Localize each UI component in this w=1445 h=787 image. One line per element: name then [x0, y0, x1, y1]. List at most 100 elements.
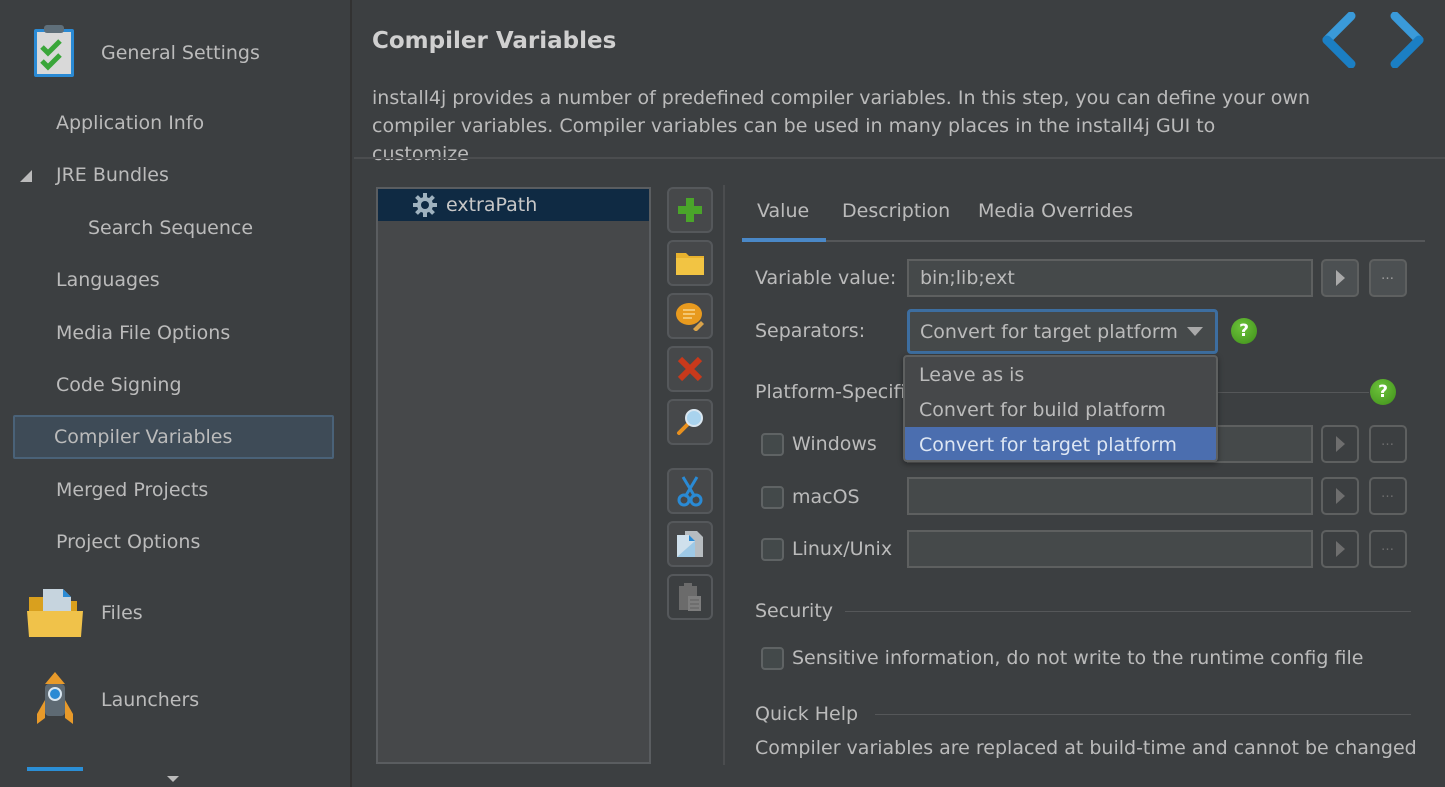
macos-label: macOS: [792, 486, 860, 508]
sidebar-item-label: Code Signing: [56, 374, 182, 396]
sidebar-item-project-options[interactable]: Project Options: [13, 520, 334, 564]
sidebar-group-launchers[interactable]: Launchers: [0, 670, 340, 730]
sensitive-label: Sensitive information, do not write to t…: [792, 647, 1364, 669]
windows-label: Windows: [792, 433, 877, 455]
tab-description[interactable]: Description: [842, 200, 950, 222]
macos-value-input[interactable]: [907, 477, 1313, 515]
chevron-right-icon[interactable]: [1387, 12, 1427, 68]
folder-icon: [27, 589, 83, 637]
add-group-button[interactable]: [667, 240, 713, 286]
page-title: Compiler Variables: [372, 28, 617, 54]
dropdown-option-leave-as-is[interactable]: Leave as is: [905, 357, 1216, 392]
sidebar: General Settings Application Info JRE Bu…: [0, 0, 352, 787]
edit-variable-button[interactable]: [667, 293, 713, 339]
linux-label: Linux/Unix: [792, 538, 893, 560]
variable-name: extraPath: [446, 194, 538, 216]
search-variable-button[interactable]: [667, 399, 713, 445]
chevron-down-icon: [1187, 327, 1203, 336]
dropdown-option-target-platform[interactable]: Convert for target platform: [905, 427, 1216, 460]
platform-help-icon[interactable]: ?: [1370, 379, 1396, 405]
separators-selected-value: Convert for target platform: [920, 320, 1178, 343]
macos-checkbox[interactable]: [761, 486, 784, 509]
sidebar-item-code-signing[interactable]: Code Signing: [13, 363, 334, 407]
sidebar-item-media-file-options[interactable]: Media File Options: [13, 311, 334, 355]
separators-dropdown[interactable]: Convert for target platform: [907, 309, 1218, 354]
ellipsis-icon: …: [1381, 485, 1395, 501]
play-icon: [1335, 270, 1345, 286]
section-divider: [845, 611, 1411, 612]
delete-x-icon: [677, 356, 703, 382]
magnifier-icon: [677, 409, 703, 435]
sidebar-item-label: Compiler Variables: [54, 426, 233, 448]
folder-icon: [676, 253, 704, 275]
tab-value[interactable]: Value: [757, 200, 809, 222]
ellipsis-icon: …: [1381, 538, 1395, 554]
dropdown-option-build-platform[interactable]: Convert for build platform: [905, 392, 1216, 427]
clipboard-check-icon: [34, 25, 74, 77]
active-tab-indicator: [742, 238, 826, 242]
variable-list-item[interactable]: extraPath: [378, 189, 649, 221]
ellipsis-icon: …: [1381, 267, 1395, 283]
sidebar-group-label: General Settings: [101, 42, 260, 64]
header-divider: [354, 157, 1445, 159]
linux-insert-button[interactable]: [1321, 530, 1359, 568]
separators-dropdown-menu: Leave as is Convert for build platform C…: [903, 355, 1218, 462]
windows-checkbox[interactable]: [761, 433, 784, 456]
sidebar-item-languages[interactable]: Languages: [13, 258, 334, 302]
sidebar-item-label: Project Options: [56, 531, 201, 553]
tab-media-overrides[interactable]: Media Overrides: [978, 200, 1133, 222]
windows-edit-button[interactable]: …: [1369, 425, 1407, 463]
sensitive-checkbox[interactable]: [761, 647, 784, 670]
variable-value-label: Variable value:: [755, 267, 897, 289]
sidebar-item-compiler-variables[interactable]: Compiler Variables: [13, 415, 334, 459]
add-variable-button[interactable]: [667, 187, 713, 233]
comment-edit-icon: [676, 303, 704, 331]
ellipsis-icon: …: [1381, 433, 1395, 449]
scissors-icon: [677, 476, 703, 507]
sidebar-item-label: Media File Options: [56, 322, 231, 344]
security-section-title: Security: [755, 600, 834, 622]
scroll-down-icon[interactable]: [167, 776, 179, 782]
separators-help-icon[interactable]: ?: [1231, 318, 1257, 344]
main-panel: Compiler Variables install4j provides a …: [354, 0, 1445, 787]
paste-button[interactable]: [667, 574, 713, 620]
macos-edit-button[interactable]: …: [1369, 477, 1407, 515]
play-icon: [1335, 436, 1345, 452]
windows-insert-button[interactable]: [1321, 425, 1359, 463]
separators-label: Separators:: [755, 320, 866, 342]
sidebar-item-merged-projects[interactable]: Merged Projects: [13, 468, 334, 512]
section-divider: [875, 714, 1411, 715]
play-icon: [1335, 488, 1345, 504]
sidebar-item-jre-bundles[interactable]: JRE Bundles: [13, 153, 334, 197]
chevron-left-icon[interactable]: [1319, 12, 1359, 68]
page-description: install4j provides a number of predefine…: [372, 87, 1311, 165]
plus-icon: [678, 198, 702, 222]
cut-button[interactable]: [667, 468, 713, 514]
sidebar-item-search-sequence[interactable]: Search Sequence: [13, 206, 334, 250]
variable-value-edit-button[interactable]: …: [1369, 259, 1407, 297]
linux-checkbox[interactable]: [761, 538, 784, 561]
rocket-icon: [37, 672, 73, 724]
variable-value-input[interactable]: bin;lib;ext: [907, 259, 1313, 297]
variable-list[interactable]: extraPath: [376, 187, 651, 764]
variable-value-text: bin;lib;ext: [920, 267, 1015, 289]
linux-edit-button[interactable]: …: [1369, 530, 1407, 568]
sidebar-item-label: JRE Bundles: [56, 164, 169, 186]
macos-insert-button[interactable]: [1321, 477, 1359, 515]
linux-value-input[interactable]: [907, 530, 1313, 568]
sidebar-group-general-settings[interactable]: General Settings: [0, 23, 340, 83]
sidebar-group-partial-icon: [27, 767, 83, 771]
platform-specific-section-title: Platform-Specific: [755, 381, 916, 403]
sidebar-group-label: Launchers: [101, 689, 200, 711]
sidebar-item-application-info[interactable]: Application Info: [13, 101, 334, 145]
variable-value-insert-button[interactable]: [1321, 259, 1359, 297]
play-icon: [1335, 541, 1345, 557]
delete-variable-button[interactable]: [667, 346, 713, 392]
sidebar-item-label: Merged Projects: [56, 479, 209, 501]
sidebar-item-label: Languages: [56, 269, 160, 291]
sidebar-group-files[interactable]: Files: [0, 583, 340, 643]
quick-help-text: Compiler variables are replaced at build…: [755, 737, 1417, 759]
sidebar-item-label: Search Sequence: [88, 217, 254, 239]
copy-icon: [677, 531, 703, 557]
copy-button[interactable]: [667, 521, 713, 567]
